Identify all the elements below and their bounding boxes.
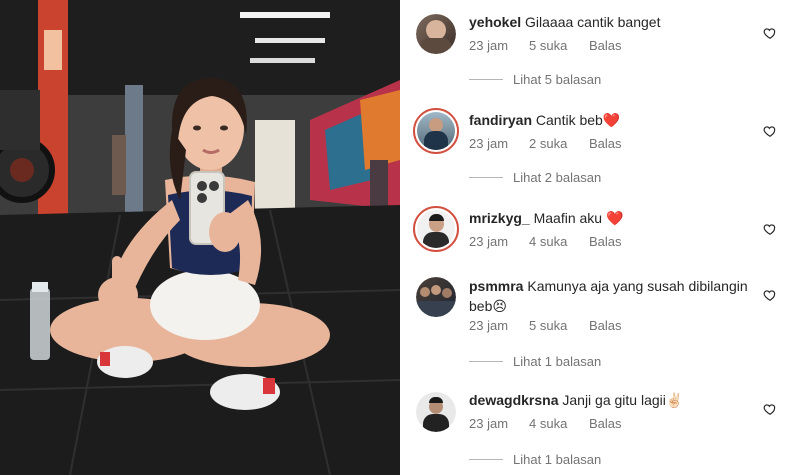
replies-divider bbox=[469, 177, 503, 178]
reply-button[interactable]: Balas bbox=[589, 234, 622, 249]
view-replies-label: Lihat 1 balasan bbox=[513, 354, 602, 369]
comment-text: Gilaaaa cantik banget bbox=[525, 14, 661, 30]
gym-selfie-illustration bbox=[0, 0, 400, 475]
comment-likes[interactable]: 5 suka bbox=[529, 318, 589, 333]
comment-meta: 23 jam 5 suka Balas bbox=[469, 38, 622, 53]
avatar[interactable] bbox=[413, 108, 459, 154]
heart-icon[interactable] bbox=[763, 222, 777, 236]
view-replies-label: Lihat 1 balasan bbox=[513, 452, 602, 467]
heart-icon[interactable] bbox=[763, 26, 777, 40]
view-replies-label: Lihat 5 balasan bbox=[513, 72, 602, 87]
comment-body: mrizkyg_ Maafin aku ❤️ bbox=[469, 208, 769, 228]
comment-time: 23 jam bbox=[469, 318, 509, 333]
view-replies-button[interactable]: Lihat 5 balasan bbox=[469, 72, 601, 87]
avatar[interactable] bbox=[416, 14, 456, 54]
comment-username[interactable]: dewagdkrsna bbox=[469, 392, 558, 408]
instagram-comment-screenshot: yehokel Gilaaaa cantik banget 23 jam 5 s… bbox=[0, 0, 800, 475]
comment-time: 23 jam bbox=[469, 416, 509, 431]
replies-divider bbox=[469, 459, 503, 460]
comment-time: 23 jam bbox=[469, 38, 509, 53]
comment-body: yehokel Gilaaaa cantik banget bbox=[469, 12, 769, 32]
comment-text: Cantik beb❤️ bbox=[535, 112, 621, 128]
comment-username[interactable]: psmmra bbox=[469, 278, 523, 294]
comment-likes[interactable]: 4 suka bbox=[529, 234, 589, 249]
avatar[interactable] bbox=[416, 392, 456, 432]
comment-likes[interactable]: 5 suka bbox=[529, 38, 589, 53]
view-replies-button[interactable]: Lihat 2 balasan bbox=[469, 170, 601, 185]
heart-icon[interactable] bbox=[763, 402, 777, 416]
view-replies-button[interactable]: Lihat 1 balasan bbox=[469, 452, 601, 467]
view-replies-button[interactable]: Lihat 1 balasan bbox=[469, 354, 601, 369]
comment-username[interactable]: mrizkyg_ bbox=[469, 210, 530, 226]
avatar[interactable] bbox=[413, 206, 459, 252]
replies-divider bbox=[469, 79, 503, 80]
comment-likes[interactable]: 2 suka bbox=[529, 136, 589, 151]
reply-button[interactable]: Balas bbox=[589, 136, 622, 151]
comment-username[interactable]: yehokel bbox=[469, 14, 521, 30]
comment-likes[interactable]: 4 suka bbox=[529, 416, 589, 431]
comment-body: fandiryan Cantik beb❤️ bbox=[469, 110, 769, 130]
comments-panel: yehokel Gilaaaa cantik banget 23 jam 5 s… bbox=[400, 0, 800, 475]
replies-divider bbox=[469, 361, 503, 362]
comment-body: psmmra Kamunya aja yang susah dibilangin… bbox=[469, 276, 759, 316]
heart-icon[interactable] bbox=[763, 288, 777, 302]
comment-text: Janji ga gitu lagii✌🏻 bbox=[562, 392, 684, 408]
comment-body: dewagdkrsna Janji ga gitu lagii✌🏻 bbox=[469, 390, 769, 410]
post-photo bbox=[0, 0, 400, 475]
reply-button[interactable]: Balas bbox=[589, 318, 622, 333]
view-replies-label: Lihat 2 balasan bbox=[513, 170, 602, 185]
comment-meta: 23 jam 4 suka Balas bbox=[469, 234, 622, 249]
comment-username[interactable]: fandiryan bbox=[469, 112, 532, 128]
avatar[interactable] bbox=[416, 277, 456, 317]
comment-time: 23 jam bbox=[469, 234, 509, 249]
heart-icon[interactable] bbox=[763, 124, 777, 138]
comment-text: Maafin aku ❤️ bbox=[533, 210, 624, 226]
comment-meta: 23 jam 5 suka Balas bbox=[469, 318, 622, 333]
reply-button[interactable]: Balas bbox=[589, 38, 622, 53]
comment-time: 23 jam bbox=[469, 136, 509, 151]
reply-button[interactable]: Balas bbox=[589, 416, 622, 431]
comment-meta: 23 jam 2 suka Balas bbox=[469, 136, 622, 151]
comment-meta: 23 jam 4 suka Balas bbox=[469, 416, 622, 431]
